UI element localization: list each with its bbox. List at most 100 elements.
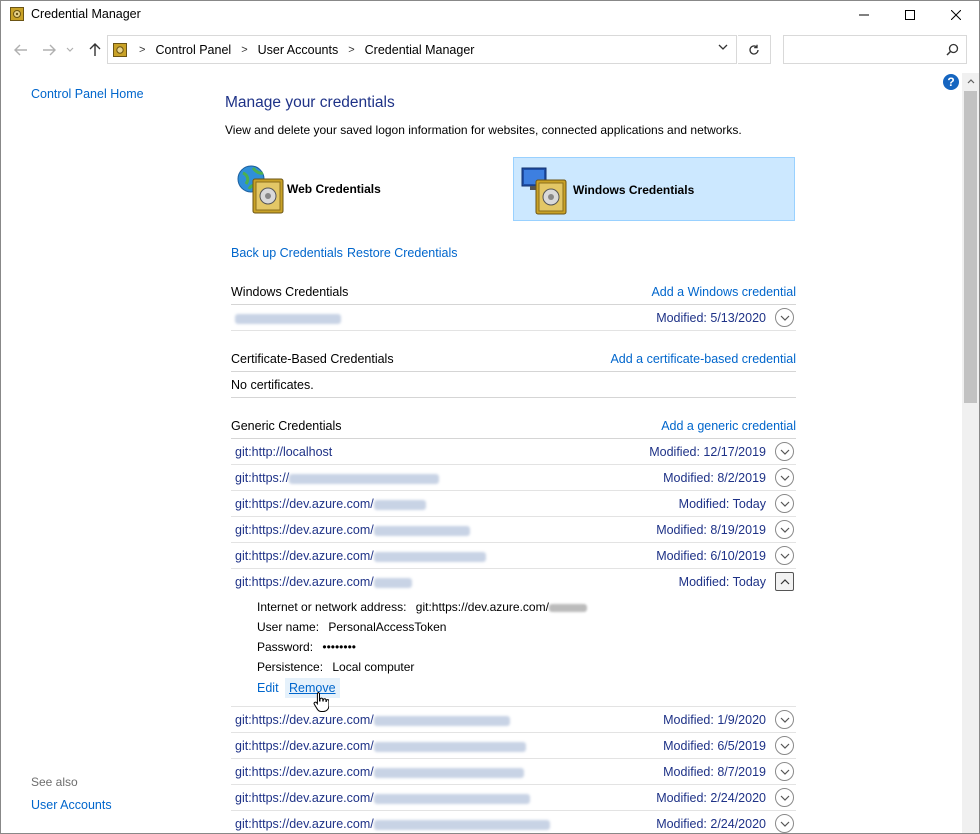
credential-name: git:https://dev.azure.com/ — [235, 523, 470, 537]
credential-manager-app-icon — [10, 7, 24, 21]
credential-name: git:https://dev.azure.com/ — [235, 575, 412, 589]
detail-persistence-label: Persistence: — [257, 660, 324, 674]
maximize-button[interactable] — [887, 1, 933, 29]
web-credentials-tile[interactable]: Web Credentials — [231, 157, 513, 221]
see-also-heading: See also — [31, 775, 78, 789]
add-windows-credential-link[interactable]: Add a Windows credential — [651, 285, 796, 299]
credential-name: git:https://dev.azure.com/ — [235, 549, 486, 563]
credential-modified: Modified: 1/9/2020 — [663, 713, 766, 727]
credential-modified: Modified: 8/19/2019 — [656, 523, 766, 537]
scroll-up-button[interactable] — [962, 73, 979, 89]
credential-name: git:https://dev.azure.com/ — [235, 765, 524, 779]
edit-credential-link[interactable]: Edit — [257, 681, 279, 695]
credential-row[interactable]: git:https://dev.azure.com/ Modified: 2/2… — [231, 785, 796, 811]
page-description: View and delete your saved logon informa… — [225, 123, 742, 137]
close-icon — [951, 10, 961, 20]
breadcrumb-separator-icon[interactable]: > — [241, 44, 247, 56]
detail-persistence: Persistence: Local computer — [257, 660, 414, 674]
vertical-scrollbar[interactable] — [962, 73, 979, 833]
window-title: Credential Manager — [31, 7, 141, 21]
scrollbar-thumb[interactable] — [964, 91, 977, 403]
credential-modified: Modified: 2/24/2020 — [656, 817, 766, 831]
detail-address: Internet or network address: git:https:/… — [257, 600, 587, 614]
search-input[interactable] — [783, 35, 967, 64]
forward-button[interactable] — [39, 41, 59, 59]
windows-credentials-icon — [521, 167, 567, 215]
detail-user-name: User name: PersonalAccessToken — [257, 620, 446, 634]
expand-chevron-icon[interactable] — [775, 546, 794, 565]
detail-persistence-value: Local computer — [332, 660, 415, 674]
expand-chevron-icon[interactable] — [775, 736, 794, 755]
expand-chevron-icon[interactable] — [775, 762, 794, 781]
detail-password-label: Password: — [257, 640, 314, 654]
credential-row[interactable]: git:https://dev.azure.com/ Modified: 8/1… — [231, 517, 796, 543]
credential-row[interactable]: git:https://dev.azure.com/ Modified: Tod… — [231, 491, 796, 517]
credential-row[interactable]: git:http://localhost Modified: 12/17/201… — [231, 439, 796, 465]
breadcrumb-separator-icon[interactable]: > — [139, 44, 145, 56]
back-up-credentials-link[interactable]: Back up Credentials — [231, 246, 343, 260]
expand-chevron-icon[interactable] — [775, 520, 794, 539]
credential-row[interactable]: git:https://dev.azure.com/ Modified: 6/5… — [231, 733, 796, 759]
expand-chevron-icon[interactable] — [775, 814, 794, 833]
control-panel-home-link[interactable]: Control Panel Home — [31, 87, 144, 101]
expand-chevron-icon[interactable] — [775, 468, 794, 487]
expand-chevron-icon[interactable] — [775, 788, 794, 807]
minimize-button[interactable] — [841, 1, 887, 29]
up-button[interactable] — [85, 41, 105, 59]
expand-chevron-icon[interactable] — [775, 494, 794, 513]
section-header: Generic Credentials Add a generic creden… — [231, 413, 796, 439]
breadcrumb-credential-manager[interactable]: Credential Manager — [365, 43, 475, 57]
expand-chevron-icon[interactable] — [775, 710, 794, 729]
breadcrumb-user-accounts[interactable]: User Accounts — [258, 43, 339, 57]
user-accounts-link[interactable]: User Accounts — [31, 798, 112, 812]
navigation-bar: > Control Panel > User Accounts > Creden… — [1, 35, 979, 65]
credential-row[interactable]: git:https://dev.azure.com/ Modified: 8/7… — [231, 759, 796, 785]
address-bar[interactable]: > Control Panel > User Accounts > Creden… — [107, 35, 737, 64]
section-title: Generic Credentials — [231, 419, 342, 433]
control-panel-icon — [113, 43, 127, 57]
credential-manager-window: Credential Manager > Control Panel > Use… — [0, 0, 980, 834]
forward-arrow-icon — [43, 44, 56, 56]
web-credentials-label: Web Credentials — [287, 182, 381, 196]
collapse-chevron-icon[interactable] — [775, 572, 794, 591]
expand-chevron-icon[interactable] — [775, 442, 794, 461]
breadcrumb-control-panel[interactable]: Control Panel — [155, 43, 231, 57]
detail-password-value: •••••••• — [322, 640, 356, 654]
refresh-icon — [749, 44, 759, 55]
breadcrumb-separator-icon[interactable]: > — [348, 44, 354, 56]
credential-name: git:http://localhost — [235, 445, 333, 459]
title-bar: Credential Manager — [1, 1, 979, 29]
refresh-button[interactable] — [738, 35, 771, 64]
detail-user-label: User name: — [257, 620, 320, 634]
credential-name — [235, 311, 341, 325]
section-header: Certificate-Based Credentials Add a cert… — [231, 346, 796, 372]
search-icon — [946, 43, 959, 56]
detail-user-value: PersonalAccessToken — [328, 620, 447, 634]
credential-row[interactable]: Modified: 5/13/2020 — [231, 305, 796, 331]
credential-row[interactable]: git:https://dev.azure.com/ Modified: 2/2… — [231, 811, 796, 833]
credential-modified: Modified: 6/5/2019 — [663, 739, 766, 753]
close-button[interactable] — [933, 1, 979, 29]
credential-row[interactable]: git:https:// Modified: 8/2/2019 — [231, 465, 796, 491]
credential-modified: Modified: 8/7/2019 — [663, 765, 766, 779]
credential-name: git:https:// — [235, 471, 440, 485]
empty-state-row: No certificates. — [231, 372, 796, 398]
credential-row-expanded[interactable]: git:https://dev.azure.com/ Modified: Tod… — [231, 569, 796, 595]
credential-name: git:https://dev.azure.com/ — [235, 713, 510, 727]
credential-name: git:https://dev.azure.com/ — [235, 497, 426, 511]
chevron-up-icon — [967, 78, 974, 83]
address-dropdown-icon[interactable] — [718, 44, 728, 51]
minimize-icon — [859, 14, 869, 16]
back-button[interactable] — [11, 41, 31, 59]
credential-modified: Modified: Today — [678, 497, 766, 511]
add-generic-credential-link[interactable]: Add a generic credential — [661, 419, 796, 433]
add-certificate-credential-link[interactable]: Add a certificate-based credential — [610, 352, 796, 366]
help-button[interactable]: ? — [943, 74, 959, 90]
windows-credentials-tile[interactable]: Windows Credentials — [513, 157, 795, 221]
restore-credentials-link[interactable]: Restore Credentials — [347, 246, 457, 260]
recent-locations-button[interactable] — [63, 41, 77, 59]
credential-row[interactable]: git:https://dev.azure.com/ Modified: 6/1… — [231, 543, 796, 569]
credential-modified: Modified: 5/13/2020 — [656, 311, 766, 325]
expand-chevron-icon[interactable] — [775, 308, 794, 327]
page-title: Manage your credentials — [225, 94, 395, 111]
